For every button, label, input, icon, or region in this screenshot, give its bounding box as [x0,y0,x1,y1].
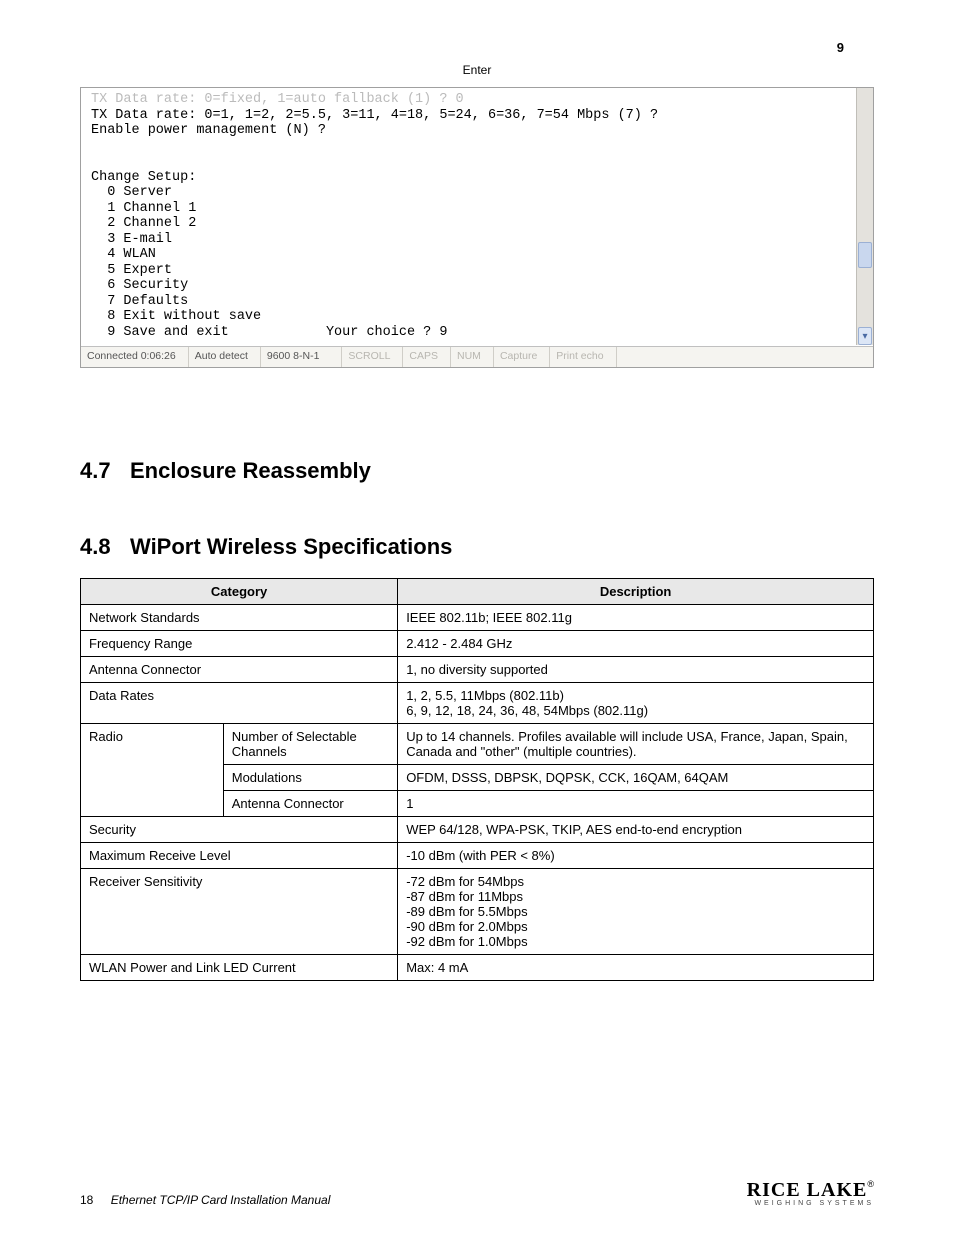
scrollbar-thumb[interactable] [858,242,872,268]
terminal-menu-item: 0 Server [91,185,172,200]
status-scroll: SCROLL [342,347,403,367]
terminal-menu-item: 8 Exit without save [91,309,261,324]
table-row: WLAN Power and Link LED CurrentMax: 4 mA [81,955,874,981]
table-cell: Max: 4 mA [398,955,874,981]
table-header-category: Category [81,579,398,605]
section-4-8-heading: 4.8WiPort Wireless Specifications [80,534,874,560]
brand-sub: WEIGHING SYSTEMS [747,1200,874,1207]
table-cell: Modulations [223,765,397,791]
table-cell: 1, 2, 5.5, 11Mbps (802.11b)6, 9, 12, 18,… [398,683,874,724]
terminal-line-faint: TX Data rate: 0=fixed, 1=auto fallback (… [91,92,464,107]
table-row: Frequency Range2.412 - 2.484 GHz [81,631,874,657]
terminal-text: TX Data rate: 0=fixed, 1=auto fallback (… [81,88,857,346]
status-baud: 9600 8-N-1 [261,347,343,367]
table-row: RadioNumber of Selectable ChannelsUp to … [81,724,874,765]
spec-table: Category Description Network StandardsIE… [80,578,874,981]
table-row: Maximum Receive Level-10 dBm (with PER <… [81,843,874,869]
terminal-menu-item: 4 WLAN [91,247,156,262]
terminal-menu-item: 1 Channel 1 [91,201,196,216]
section-number: 4.8 [80,534,130,560]
section-title: Enclosure Reassembly [130,458,371,483]
terminal-scrollbar[interactable]: ▾ [856,88,873,345]
status-detect: Auto detect [189,347,261,367]
status-printecho: Print echo [550,347,616,367]
table-row: Network StandardsIEEE 802.11b; IEEE 802.… [81,605,874,631]
brand-logo: RICE LAKE® WEIGHING SYSTEMS [747,1180,874,1207]
section-number: 4.7 [80,458,130,484]
status-connected: Connected 0:06:26 [81,347,189,367]
step-number: 9 [80,40,874,55]
table-cell: Up to 14 channels. Profiles available wi… [398,724,874,765]
section-title: WiPort Wireless Specifications [130,534,452,559]
table-cell: Frequency Range [81,631,398,657]
table-cell: -72 dBm for 54Mbps-87 dBm for 11Mbps-89 … [398,869,874,955]
table-cell: Antenna Connector [81,657,398,683]
table-row: Receiver Sensitivity-72 dBm for 54Mbps-8… [81,869,874,955]
table-cell: 1, no diversity supported [398,657,874,683]
section-4-7-heading: 4.7Enclosure Reassembly [80,458,874,484]
table-cell: Number of Selectable Channels [223,724,397,765]
terminal-menu-item: 3 E-mail [91,232,172,247]
table-cell: IEEE 802.11b; IEEE 802.11g [398,605,874,631]
table-row: Data Rates1, 2, 5.5, 11Mbps (802.11b)6, … [81,683,874,724]
table-cell: Network Standards [81,605,398,631]
table-cell: WEP 64/128, WPA-PSK, TKIP, AES end-to-en… [398,817,874,843]
table-cell: 2.412 - 2.484 GHz [398,631,874,657]
status-num: NUM [451,347,494,367]
footer-title: Ethernet TCP/IP Card Installation Manual [111,1193,331,1207]
center-key-label: Enter [80,63,874,77]
terminal-menu-item: 6 Security [91,278,188,293]
terminal-line: TX Data rate: 0=1, 1=2, 2=5.5, 3=11, 4=1… [91,108,658,123]
terminal-menu-item: 7 Defaults [91,294,188,309]
table-cell: Security [81,817,398,843]
page-footer: 18 Ethernet TCP/IP Card Installation Man… [80,1180,874,1207]
table-cell: Receiver Sensitivity [81,869,398,955]
status-caps: CAPS [403,347,451,367]
status-capture: Capture [494,347,550,367]
table-cell: Antenna Connector [223,791,397,817]
table-cell: Maximum Receive Level [81,843,398,869]
terminal-menu-item: 2 Channel 2 [91,216,196,231]
terminal-menu-head: Change Setup: [91,170,196,185]
brand-main: RICE LAKE [747,1179,868,1201]
terminal-line: Enable power management (N) ? [91,123,326,138]
table-cell: 1 [398,791,874,817]
table-row: Antenna Connector1, no diversity support… [81,657,874,683]
terminal-menu-item: 9 Save and exit Your choice ? 9 [91,325,447,340]
terminal-menu-item: 5 Expert [91,263,172,278]
table-cell: -10 dBm (with PER < 8%) [398,843,874,869]
scrollbar-down-icon[interactable]: ▾ [858,327,872,345]
table-header-description: Description [398,579,874,605]
registered-icon: ® [867,1179,874,1189]
table-cell: WLAN Power and Link LED Current [81,955,398,981]
table-cell: Data Rates [81,683,398,724]
terminal-window: TX Data rate: 0=fixed, 1=auto fallback (… [80,87,874,368]
terminal-status-bar: Connected 0:06:26 Auto detect 9600 8-N-1… [81,346,873,367]
table-cell: OFDM, DSSS, DBPSK, DQPSK, CCK, 16QAM, 64… [398,765,874,791]
page-number: 18 [80,1193,93,1207]
table-cell: Radio [81,724,224,817]
table-row: SecurityWEP 64/128, WPA-PSK, TKIP, AES e… [81,817,874,843]
